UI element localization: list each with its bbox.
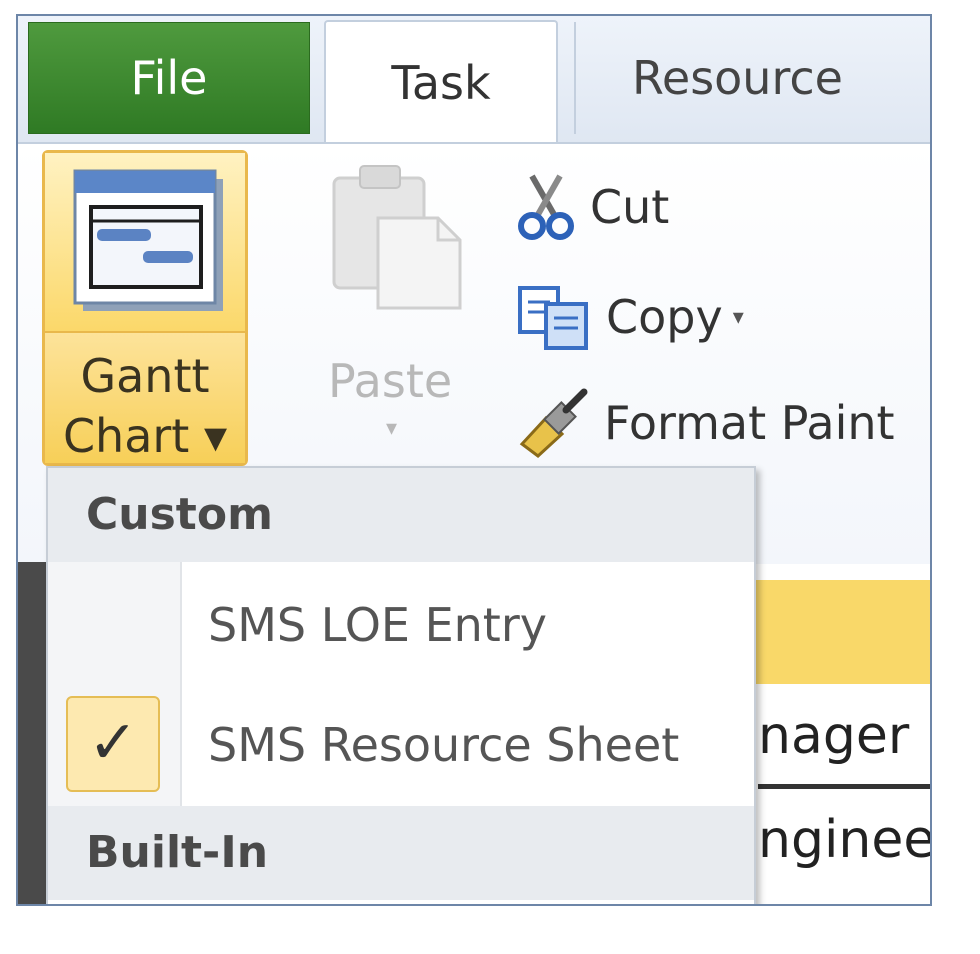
gantt-chart-button[interactable]: Gantt Chart ▾	[42, 150, 248, 466]
format-painter-button[interactable]: Format Paint	[516, 388, 895, 458]
scissors-icon	[518, 174, 574, 240]
copy-button[interactable]: Copy ▾	[516, 282, 744, 352]
sheet-cell[interactable]: nginee	[758, 792, 930, 888]
menu-item-sms-loe-entry[interactable]: SMS LOE Entry	[48, 566, 754, 684]
gantt-chart-icon	[73, 169, 223, 311]
section-header-built-in: Built-In	[48, 806, 754, 900]
copy-icon	[518, 286, 588, 350]
paste-button-label[interactable]: Paste	[328, 354, 452, 408]
menu-item-label: SMS LOE Entry	[208, 598, 547, 652]
format-painter-label: Format Paint	[604, 396, 895, 450]
copy-label: Copy	[606, 290, 723, 344]
copy-dropdown-arrow[interactable]: ▾	[733, 305, 744, 330]
tab-file[interactable]: File	[28, 22, 310, 134]
sheet-cell[interactable]: nager	[758, 688, 930, 789]
sheet-edge	[18, 562, 48, 904]
gantt-chart-dropdown-menu: Custom SMS LOE Entry ✓ SMS Resource Shee…	[46, 466, 756, 904]
menu-item-sms-resource-sheet[interactable]: ✓ SMS Resource Sheet	[48, 686, 754, 804]
gantt-chart-label-line2: Chart ▾	[62, 409, 228, 463]
checkmark-icon: ✓	[66, 696, 160, 792]
paintbrush-icon	[519, 388, 588, 458]
tab-resource[interactable]: Resource	[574, 22, 930, 134]
gantt-chart-label-line1: Gantt	[80, 349, 210, 403]
app-window: File Task Resource Gantt Chart ▾ Paste ▾…	[16, 14, 932, 906]
tab-task[interactable]: Task	[324, 20, 558, 144]
cut-label: Cut	[590, 180, 670, 234]
menu-item-label: SMS Resource Sheet	[208, 718, 680, 772]
paste-icon	[332, 165, 462, 310]
cut-button[interactable]: Cut	[516, 172, 669, 242]
ribbon-tab-bar: File Task Resource	[18, 16, 930, 144]
paste-dropdown-arrow[interactable]: ▾	[386, 416, 397, 441]
section-header-custom: Custom	[48, 468, 754, 562]
